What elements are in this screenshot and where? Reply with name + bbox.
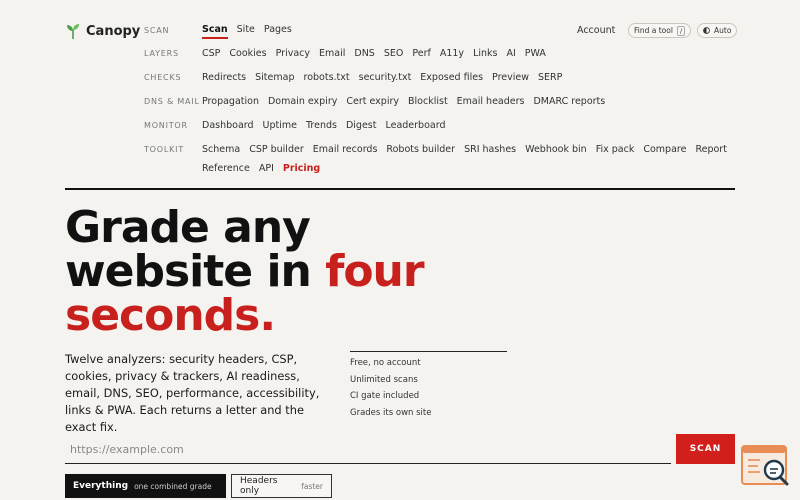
shortcut-key: / <box>676 25 686 36</box>
find-tool-button[interactable]: Find a tool / <box>628 23 692 38</box>
nav-item-sitemap[interactable]: Sitemap <box>255 72 294 83</box>
fact-item: Unlimited scans <box>350 374 418 385</box>
nav-item-a11y[interactable]: A11y <box>440 48 464 59</box>
hero-description: Twelve analyzers: security headers, CSP,… <box>65 352 320 434</box>
mode-label: Everything <box>73 481 129 491</box>
fact-item: Grades its own site <box>350 407 432 418</box>
hero-line-2b: four <box>325 246 424 297</box>
nav-item-seo[interactable]: SEO <box>384 48 404 59</box>
sprout-icon <box>67 24 79 39</box>
nav-row-scan: Scan Site Pages <box>202 24 292 39</box>
nav-row-toolkit: Schema CSP builder Email records Robots … <box>202 144 727 155</box>
nav-item-compare[interactable]: Compare <box>643 144 686 155</box>
divider <box>65 188 735 190</box>
nav-item-ai[interactable]: AI <box>506 48 515 59</box>
hero-heading: Grade any website in four seconds. <box>65 206 585 338</box>
logo[interactable]: Canopy <box>66 23 140 39</box>
mode-label: Headers only <box>240 476 278 496</box>
nav-item-site[interactable]: Site <box>237 24 255 39</box>
nav-item-privacy[interactable]: Privacy <box>276 48 310 59</box>
nav-item-propagation[interactable]: Propagation <box>202 96 259 107</box>
nav-item-cert-expiry[interactable]: Cert expiry <box>346 96 399 107</box>
nav-label-scan: SCAN <box>144 26 170 35</box>
nav-item-cookies[interactable]: Cookies <box>229 48 266 59</box>
nav-label-monitor: MONITOR <box>144 121 188 130</box>
facts-list: Free, no account Unlimited scans CI gate… <box>350 355 431 421</box>
fact-item: CI gate included <box>350 391 420 401</box>
nav-item-digest[interactable]: Digest <box>346 120 377 131</box>
nav-label-dns-mail: DNS & MAIL <box>144 97 200 106</box>
nav-item-robots-builder[interactable]: Robots builder <box>386 144 455 155</box>
nav-item-links[interactable]: Links <box>473 48 497 59</box>
nav-item-security-txt[interactable]: security.txt <box>359 72 412 83</box>
nav-item-dmarc-reports[interactable]: DMARC reports <box>533 96 605 107</box>
fact-item: Free, no account <box>350 358 421 368</box>
nav-item-webhook-bin[interactable]: Webhook bin <box>525 144 587 155</box>
nav-item-email[interactable]: Email <box>319 48 345 59</box>
nav-item-dashboard[interactable]: Dashboard <box>202 120 254 131</box>
mode-headers-only[interactable]: Headers only faster <box>231 474 332 498</box>
theme-toggle[interactable]: Auto <box>697 23 738 38</box>
nav-item-pwa[interactable]: PWA <box>525 48 546 59</box>
nav-item-api[interactable]: API <box>259 163 274 174</box>
nav-item-report[interactable]: Report <box>695 144 727 155</box>
scan-widget-icon[interactable] <box>740 444 792 488</box>
hero-line-3: seconds. <box>65 290 276 341</box>
nav-item-scan[interactable]: Scan <box>202 24 228 39</box>
account-link[interactable]: Account <box>577 25 615 36</box>
nav-label-checks: CHECKS <box>144 73 182 82</box>
nav-item-exposed-files[interactable]: Exposed files <box>420 72 483 83</box>
nav-item-csp[interactable]: CSP <box>202 48 220 59</box>
mode-sub: one combined grade <box>134 481 212 491</box>
scan-button[interactable]: SCAN <box>676 434 735 464</box>
nav-item-domain-expiry[interactable]: Domain expiry <box>268 96 337 107</box>
nav-item-pricing[interactable]: Pricing <box>283 163 320 174</box>
nav-item-preview[interactable]: Preview <box>492 72 529 83</box>
nav-item-email-headers[interactable]: Email headers <box>457 96 525 107</box>
nav-item-csp-builder[interactable]: CSP builder <box>249 144 304 155</box>
nav-item-trends[interactable]: Trends <box>306 120 337 131</box>
nav-item-leaderboard[interactable]: Leaderboard <box>385 120 445 131</box>
nav-row-layers: CSP Cookies Privacy Email DNS SEO Perf A… <box>202 48 546 59</box>
mode-everything[interactable]: Everything one combined grade <box>65 474 226 498</box>
mode-sub: faster <box>301 481 323 491</box>
nav-item-blocklist[interactable]: Blocklist <box>408 96 448 107</box>
nav-item-reference[interactable]: Reference <box>202 163 250 174</box>
nav-label-toolkit: TOOLKIT <box>144 145 185 154</box>
nav-item-fix-pack[interactable]: Fix pack <box>596 144 635 155</box>
brand-name: Canopy <box>86 23 141 39</box>
nav-item-schema[interactable]: Schema <box>202 144 240 155</box>
find-tool-label: Find a tool <box>634 26 673 35</box>
nav-item-uptime[interactable]: Uptime <box>263 120 297 131</box>
nav-item-dns[interactable]: DNS <box>354 48 374 59</box>
nav-row-dns-mail: Propagation Domain expiry Cert expiry Bl… <box>202 96 605 107</box>
facts-divider <box>350 351 507 352</box>
url-input[interactable] <box>65 436 671 464</box>
nav-item-redirects[interactable]: Redirects <box>202 72 246 83</box>
nav-row-monitor: Dashboard Uptime Trends Digest Leaderboa… <box>202 120 445 131</box>
nav-item-perf[interactable]: Perf <box>412 48 431 59</box>
nav-row-checks: Redirects Sitemap robots.txt security.tx… <box>202 72 562 83</box>
nav-item-robots-txt[interactable]: robots.txt <box>304 72 350 83</box>
nav-item-pages[interactable]: Pages <box>264 24 292 39</box>
nav-item-serp[interactable]: SERP <box>538 72 562 83</box>
half-circle-icon <box>703 27 710 34</box>
nav-label-layers: LAYERS <box>144 49 179 58</box>
nav-item-email-records[interactable]: Email records <box>313 144 378 155</box>
nav-row-toolkit-extra: Reference API Pricing <box>202 163 320 174</box>
nav-item-sri-hashes[interactable]: SRI hashes <box>464 144 516 155</box>
theme-label: Auto <box>714 26 732 35</box>
